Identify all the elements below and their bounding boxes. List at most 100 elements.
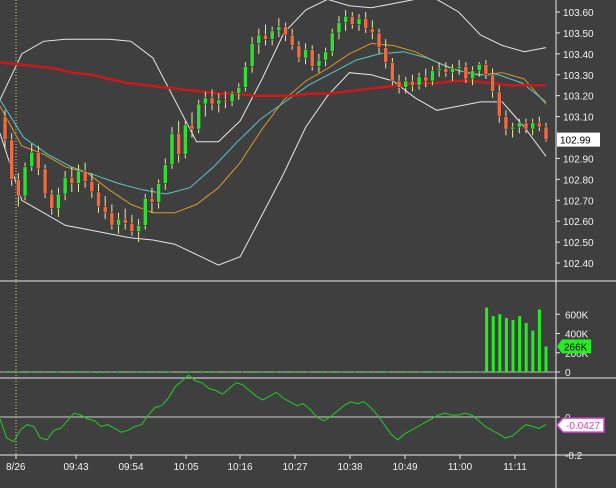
volume-bar [293,371,297,373]
price-tick-label: 102.60 [563,217,594,228]
x-tick-label: 09:54 [118,462,143,473]
volume-bar [208,371,212,373]
price-tick-label: 103.50 [563,29,594,40]
volume-bar [181,371,185,373]
volume-bar [148,371,152,373]
price-tick-label: 102.40 [563,259,594,270]
candle-body [503,116,509,130]
candle-body [403,80,408,88]
candle-body [256,34,262,44]
volume-bar [95,371,99,373]
price-tick-label: 102.70 [563,196,594,207]
oscillator-line [0,374,547,443]
candle-body [323,51,328,61]
candle-body [223,99,228,103]
candle-body [470,70,475,80]
candle-body [350,15,355,25]
x-tick-label: 8/26 [6,462,26,473]
volume-bar [122,371,126,373]
candle-body [309,49,315,67]
candle-body [410,80,415,86]
volume-bar [405,371,409,373]
candle-body [523,122,529,130]
volume-bar [339,371,343,373]
candle-body [9,139,14,180]
candle-body [456,66,462,69]
last-oscillator-label: -0.0427 [566,421,600,432]
volume-bar [89,371,93,373]
volume-bar [62,371,66,373]
candle-body [269,30,275,40]
volume-bar [326,371,330,373]
candle-body [517,122,522,128]
volume-bar [274,371,277,373]
candle-body [169,133,175,165]
candle-body [143,197,148,226]
volume-bar [3,371,7,373]
volume-bar [313,371,317,373]
price-tick-label: 103.10 [563,113,594,124]
volume-bar [471,371,475,373]
volume-bar [23,371,27,373]
volume-bar [491,316,495,372]
volume-bar [300,371,304,373]
volume-bar [498,314,502,372]
candle-body [82,170,88,182]
candle-body [136,225,141,232]
candle-body [29,151,34,168]
candle-body [196,103,201,130]
candle-body [490,74,495,92]
volume-bar [43,371,47,373]
candle-body [249,43,255,67]
x-tick-label: 10:38 [337,462,362,473]
volume-bar [135,371,139,373]
volume-bar [425,371,429,373]
volume-bar [142,371,146,373]
candle-body [209,97,215,105]
candle-body [149,197,155,203]
candle-body [276,26,282,32]
volume-bar [280,371,284,373]
volume-bar [102,371,106,373]
volume-bar [524,322,528,372]
x-tick-label: 10:27 [282,462,307,473]
candle-body [303,49,308,59]
candle-body [363,18,368,29]
volume-bar [254,371,258,373]
oscillator-tick-label: -0.2 [565,451,583,462]
candle-body [530,122,535,130]
price-tick-label: 103.20 [563,92,594,103]
volume-bar [155,371,159,373]
candle-body [109,212,115,226]
volume-bar [372,371,376,373]
volume-bar [438,371,442,373]
volume-bar [241,371,245,373]
candle-body [89,181,95,193]
volume-bar [359,371,363,373]
volume-bar [346,371,350,373]
volume-bar [445,371,449,373]
volume-bar [221,371,225,373]
volume-bar [267,371,271,373]
candle-body [116,218,121,226]
trading-chart: 103.60 103.50 103.40 103.30 103.20 103.10 102.… [0,0,616,488]
volume-bar [379,371,383,373]
volume-bar [306,371,310,373]
volume-bar [412,371,416,373]
volume-bar [399,371,403,373]
volume-bar [419,371,423,373]
candle-body [296,45,302,59]
volume-bar [168,371,172,373]
volume-bar [56,371,60,373]
candle-body [537,122,542,128]
volume-bar [161,371,165,373]
volume-bar [29,371,33,373]
volume-bar [128,371,132,373]
x-tick-label: 11:11 [503,462,527,473]
last-price-label: 102.99 [560,136,591,147]
x-tick-label: 10:05 [173,462,198,473]
volume-bar [82,371,86,373]
volume-bar [386,371,390,373]
candle-body [330,32,335,52]
candle-body [69,176,75,184]
